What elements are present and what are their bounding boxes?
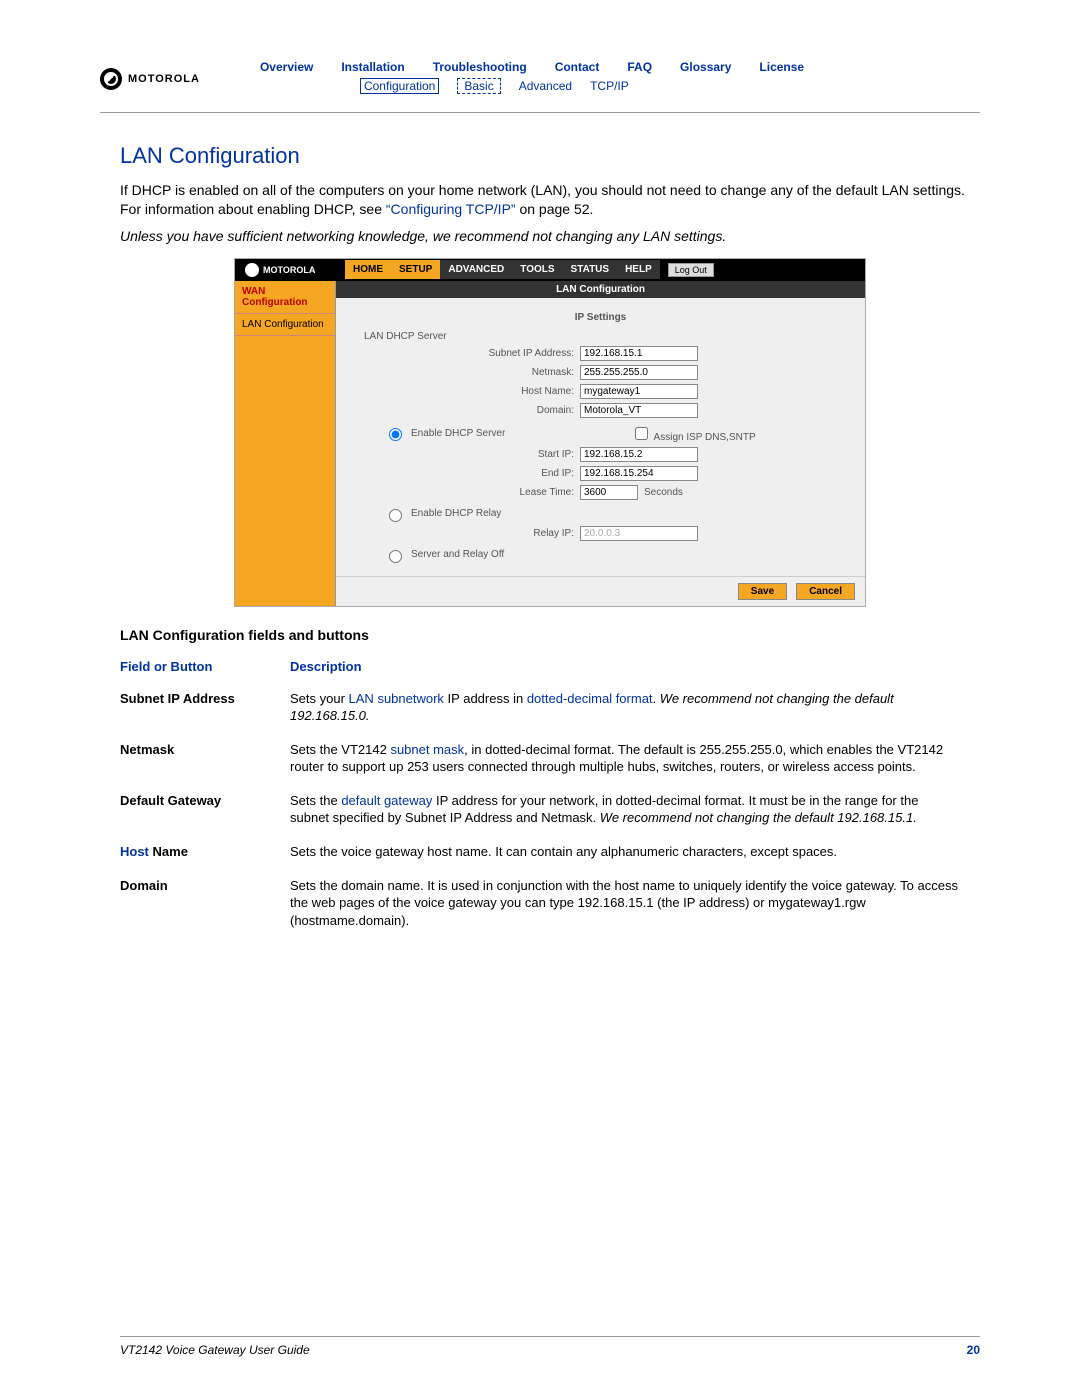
cancel-button[interactable]: Cancel xyxy=(796,583,855,600)
input-lease[interactable] xyxy=(580,485,638,500)
label-endip: End IP: xyxy=(354,468,574,479)
label-domain: Domain: xyxy=(354,405,574,416)
table-row: Host Host NameName Sets the voice gatewa… xyxy=(120,837,980,871)
tab-help[interactable]: HELP xyxy=(617,260,660,279)
nav-basic[interactable]: Basic xyxy=(457,78,500,94)
nav-configuration[interactable]: Configuration xyxy=(360,78,439,94)
label-assign-isp: Assign ISP DNS,SNTP xyxy=(654,432,756,443)
nav-installation[interactable]: Installation xyxy=(341,60,404,74)
save-button[interactable]: Save xyxy=(738,583,787,600)
link-lan[interactable]: LAN xyxy=(349,691,374,706)
table-row: Netmask Sets the VT2142 subnet mask, in … xyxy=(120,735,980,786)
table-row: Subnet IP Address Sets your LAN subnetwo… xyxy=(120,684,980,735)
table-header: Field or Button Description xyxy=(120,653,980,684)
field-desc-netmask: Sets the VT2142 subnet mask, in dotted-d… xyxy=(290,735,980,786)
brand-text: MOTOROLA xyxy=(128,73,200,85)
link-subnetwork[interactable]: subnetwork xyxy=(377,691,443,706)
intro-paragraph-1: If DHCP is enabled on all of the compute… xyxy=(120,181,980,219)
nav-troubleshooting[interactable]: Troubleshooting xyxy=(433,60,527,74)
link-dotted-decimal[interactable]: dotted-decimal format xyxy=(527,691,653,706)
motorola-logo: MOTOROLA xyxy=(100,68,200,90)
motorola-icon xyxy=(100,68,122,90)
field-name-gateway: Default Gateway xyxy=(120,786,290,837)
sidebar-lan[interactable]: LAN Configuration xyxy=(235,314,335,336)
field-name-domain: Domain xyxy=(120,871,290,940)
panel-title: LAN Configuration xyxy=(336,281,865,298)
nav-tcpip[interactable]: TCP/IP xyxy=(590,79,629,93)
ss-buttons: Save Cancel xyxy=(336,576,865,606)
radio-enable-dhcp-relay[interactable] xyxy=(389,509,402,522)
nav-contact[interactable]: Contact xyxy=(555,60,600,74)
field-name-subnet: Subnet IP Address xyxy=(120,684,290,735)
page-number: 20 xyxy=(967,1343,980,1357)
input-endip[interactable] xyxy=(580,466,698,481)
th-field: Field or Button xyxy=(120,653,290,684)
page-footer: VT2142 Voice Gateway User Guide 20 xyxy=(120,1336,980,1357)
radio-enable-dhcp-server[interactable] xyxy=(389,428,402,441)
field-desc-domain: Sets the domain name. It is used in conj… xyxy=(290,871,980,940)
field-desc-gateway: Sets the default gateway IP address for … xyxy=(290,786,980,837)
page-header: MOTOROLA Overview Installation Troublesh… xyxy=(0,60,1080,102)
sidebar-wan[interactable]: WAN Configuration xyxy=(235,281,335,314)
router-screenshot: MOTOROLA HOME SETUP ADVANCED TOOLS STATU… xyxy=(234,258,866,607)
tab-setup[interactable]: SETUP xyxy=(391,260,440,279)
ss-topbar: MOTOROLA HOME SETUP ADVANCED TOOLS STATU… xyxy=(235,259,865,281)
nav: Overview Installation Troubleshooting Co… xyxy=(260,60,804,94)
label-server-relay-off: Server and Relay Off xyxy=(411,549,504,560)
radio-server-relay-off[interactable] xyxy=(389,550,402,563)
checkbox-assign-isp[interactable] xyxy=(635,427,648,440)
ss-main: LAN Configuration IP Settings LAN DHCP S… xyxy=(336,281,865,606)
ss-tabs: HOME SETUP ADVANCED TOOLS STATUS HELP Lo… xyxy=(345,259,865,281)
input-relayip[interactable] xyxy=(580,526,698,541)
label-enable-dhcp-relay: Enable DHCP Relay xyxy=(411,508,501,519)
label-lan-dhcp-server: LAN DHCP Server xyxy=(364,331,847,342)
nav-glossary[interactable]: Glossary xyxy=(680,60,731,74)
input-subnet[interactable] xyxy=(580,346,698,361)
input-domain[interactable] xyxy=(580,403,698,418)
label-lease: Lease Time: xyxy=(354,487,574,498)
footer-title: VT2142 Voice Gateway User Guide xyxy=(120,1343,310,1357)
table-title: LAN Configuration fields and buttons xyxy=(120,627,980,643)
table-row: Default Gateway Sets the default gateway… xyxy=(120,786,980,837)
nav-secondary: Configuration Basic Advanced TCP/IP xyxy=(360,78,804,94)
nav-advanced[interactable]: Advanced xyxy=(519,79,572,93)
field-desc-hostname: Sets the voice gateway host name. It can… xyxy=(290,837,980,871)
fields-table: Field or Button Description Subnet IP Ad… xyxy=(120,653,980,939)
tab-home[interactable]: HOME xyxy=(345,260,391,279)
input-netmask[interactable] xyxy=(580,365,698,380)
page-title: LAN Configuration xyxy=(120,143,980,169)
logout-button[interactable]: Log Out xyxy=(668,263,714,277)
label-relayip: Relay IP: xyxy=(354,528,574,539)
link-default-gateway[interactable]: default gateway xyxy=(341,793,432,808)
tab-advanced[interactable]: ADVANCED xyxy=(440,260,512,279)
ss-brand: MOTOROLA xyxy=(235,259,345,281)
input-startip[interactable] xyxy=(580,447,698,462)
field-desc-subnet: Sets your LAN subnetwork IP address in d… xyxy=(290,684,980,735)
link-subnet-mask[interactable]: subnet mask xyxy=(390,742,464,757)
nav-faq[interactable]: FAQ xyxy=(627,60,652,74)
label-seconds: Seconds xyxy=(644,487,683,498)
ss-sidebar: WAN Configuration LAN Configuration xyxy=(235,281,336,606)
link-configuring-tcpip[interactable]: “Configuring TCP/IP” xyxy=(386,201,516,217)
link-host[interactable]: Host xyxy=(120,844,149,859)
label-hostname: Host Name: xyxy=(354,386,574,397)
field-name-hostname: Host Host NameName xyxy=(120,837,290,871)
motorola-icon xyxy=(245,263,259,277)
label-subnet: Subnet IP Address: xyxy=(354,348,574,359)
nav-primary: Overview Installation Troubleshooting Co… xyxy=(260,60,804,74)
tab-tools[interactable]: TOOLS xyxy=(512,260,562,279)
nav-license[interactable]: License xyxy=(759,60,804,74)
section-ip-settings: IP Settings xyxy=(354,312,847,323)
nav-overview[interactable]: Overview xyxy=(260,60,313,74)
input-hostname[interactable] xyxy=(580,384,698,399)
field-name-netmask: Netmask xyxy=(120,735,290,786)
content: LAN Configuration If DHCP is enabled on … xyxy=(0,113,1080,939)
label-netmask: Netmask: xyxy=(354,367,574,378)
intro-paragraph-2: Unless you have sufficient networking kn… xyxy=(120,227,980,246)
table-row: Domain Sets the domain name. It is used … xyxy=(120,871,980,940)
th-description: Description xyxy=(290,653,980,684)
label-enable-dhcp-server: Enable DHCP Server xyxy=(411,428,505,439)
label-startip: Start IP: xyxy=(354,449,574,460)
tab-status[interactable]: STATUS xyxy=(563,260,618,279)
